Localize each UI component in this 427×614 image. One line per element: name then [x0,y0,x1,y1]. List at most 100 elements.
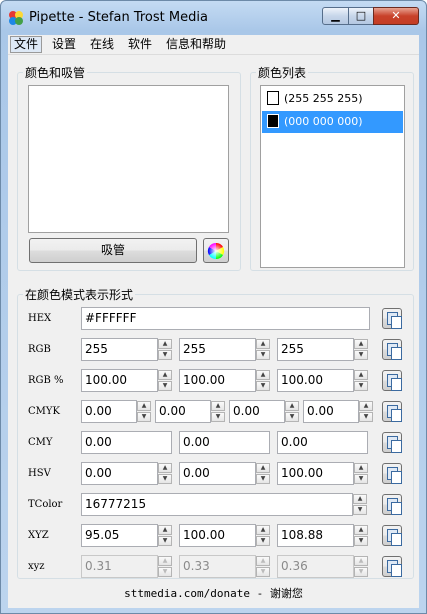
row-label-cmyk: CMYK [28,406,60,417]
menu-bar: 文件 设置 在线 软件 信息和帮助 [8,35,419,55]
spin-down-icon: ▼ [359,412,373,422]
spin-up-icon: ▲ [354,525,368,535]
copy-button-tcolor[interactable] [382,494,402,515]
copy-button-cmyk[interactable] [382,401,402,422]
color-modes-label: 在颜色模式表示形式 [23,286,136,303]
donate-link[interactable]: sttmedia.com/donate - 谢谢您 [8,585,419,601]
spin-buttons[interactable]: ▲ ▼ [158,339,172,360]
client-area: 文件 设置 在线 软件 信息和帮助 颜色和吸管 吸管 颜色列表 (255 255… [8,35,419,608]
copy-button-hsv[interactable] [382,463,402,484]
cmy-field-1[interactable]: 0.00 [179,431,270,454]
copy-button-rgb_pct[interactable] [382,370,402,391]
row-label-hsv: HSV [28,468,51,479]
rgb-field-2[interactable]: 255 [277,338,354,361]
spin-buttons[interactable]: ▲ ▼ [211,401,225,422]
spin-buttons[interactable]: ▲ ▼ [354,339,368,360]
list-item-selected[interactable]: (000 000 000) [262,111,403,133]
list-item[interactable]: (255 255 255) [262,88,403,110]
menu-software[interactable]: 软件 [125,37,155,52]
spin-buttons[interactable]: ▲ ▼ [285,401,299,422]
copy-button-rgb[interactable] [382,339,402,360]
copy-button-xyz_lower[interactable] [382,556,402,577]
spin-buttons[interactable]: ▲ ▼ [354,370,368,391]
spin-buttons[interactable]: ▲ ▼ [256,339,270,360]
xyz-field-0[interactable]: 95.05 [81,524,158,547]
spin-down-icon: ▼ [354,381,368,391]
menu-file[interactable]: 文件 [10,36,43,53]
pipette-button-label: 吸管 [100,243,125,257]
copy-icon-front [391,316,402,329]
spin-up-icon: ▲ [256,463,270,473]
row-label-hex: HEX [28,313,52,324]
spin-buttons[interactable]: ▲ ▼ [354,463,368,484]
rgb-field-0[interactable]: 255 [81,338,158,361]
close-button[interactable]: ✕ [373,7,419,25]
spin-buttons[interactable]: ▲ ▼ [359,401,373,422]
copy-icon-front [391,347,402,360]
spin-buttons[interactable]: ▲ ▼ [158,370,172,391]
title-bar[interactable]: Pipette - Stefan Trost Media ▁ □ ✕ [1,1,426,33]
cmyk-field-3[interactable]: 0.00 [303,400,359,423]
minimize-button[interactable]: ▁ [322,7,349,25]
spin-buttons[interactable]: ▲ ▼ [353,494,367,515]
tcolor-field[interactable]: 16777215 [81,493,353,516]
cmy-field-0[interactable]: 0.00 [81,431,172,454]
spin-up-icon: ▲ [354,556,368,566]
spin-up-icon: ▲ [158,370,172,380]
spin-buttons: ▲ ▼ [158,556,172,577]
rgb_pct-field-1[interactable]: 100.00 [179,369,256,392]
spin-up-icon: ▲ [158,339,172,349]
spin-buttons[interactable]: ▲ ▼ [256,525,270,546]
color-list-label: 颜色列表 [256,64,309,81]
spin-up-icon: ▲ [256,525,270,535]
menu-settings[interactable]: 设置 [49,37,79,52]
row-label-rgb: RGB [28,344,51,355]
spin-down-icon: ▼ [158,474,172,484]
hsv-field-2[interactable]: 100.00 [277,462,354,485]
maximize-button[interactable]: □ [348,7,374,25]
rgb-field-1[interactable]: 255 [179,338,256,361]
hex-field[interactable]: #FFFFFF [81,307,370,330]
menu-online[interactable]: 在线 [87,37,117,52]
xyz_lower-field-0: 0.31 [81,555,158,578]
cmyk-field-2[interactable]: 0.00 [229,400,285,423]
spin-up-icon: ▲ [354,463,368,473]
copy-icon-front [391,564,402,577]
spin-buttons[interactable]: ▲ ▼ [137,401,151,422]
rgb_pct-field-2[interactable]: 100.00 [277,369,354,392]
spin-buttons[interactable]: ▲ ▼ [158,525,172,546]
list-item-text: (000 000 000) [284,115,363,128]
spin-up-icon: ▲ [158,463,172,473]
xyz-field-1[interactable]: 100.00 [179,524,256,547]
copy-button-cmy[interactable] [382,432,402,453]
spin-buttons[interactable]: ▲ ▼ [256,370,270,391]
spin-down-icon: ▼ [256,381,270,391]
copy-icon-front [391,471,402,484]
menu-info-help[interactable]: 信息和帮助 [163,37,229,52]
spin-up-icon: ▲ [285,401,299,411]
xyz-field-2[interactable]: 108.88 [277,524,354,547]
cmyk-field-1[interactable]: 0.00 [155,400,211,423]
spin-down-icon: ▼ [158,567,172,577]
cmy-field-2[interactable]: 0.00 [277,431,368,454]
copy-button-hex[interactable] [382,308,402,329]
spin-up-icon: ▲ [256,339,270,349]
copy-button-xyz[interactable] [382,525,402,546]
spin-up-icon: ▲ [211,401,225,411]
hsv-field-0[interactable]: 0.00 [81,462,158,485]
rgb_pct-field-0[interactable]: 100.00 [81,369,158,392]
spin-buttons[interactable]: ▲ ▼ [158,463,172,484]
row-label-tcolor: TColor [28,499,63,510]
row-label-cmy: CMY [28,437,53,448]
spin-buttons[interactable]: ▲ ▼ [256,463,270,484]
spin-up-icon: ▲ [256,370,270,380]
spin-down-icon: ▼ [158,350,172,360]
pipette-button[interactable]: 吸管 [29,238,197,263]
color-swatch [267,114,279,128]
hsv-field-1[interactable]: 0.00 [179,462,256,485]
spin-down-icon: ▼ [158,536,172,546]
color-wheel-button[interactable] [203,238,229,263]
color-list[interactable]: (255 255 255) (000 000 000) [260,85,405,268]
cmyk-field-0[interactable]: 0.00 [81,400,137,423]
spin-buttons[interactable]: ▲ ▼ [354,525,368,546]
